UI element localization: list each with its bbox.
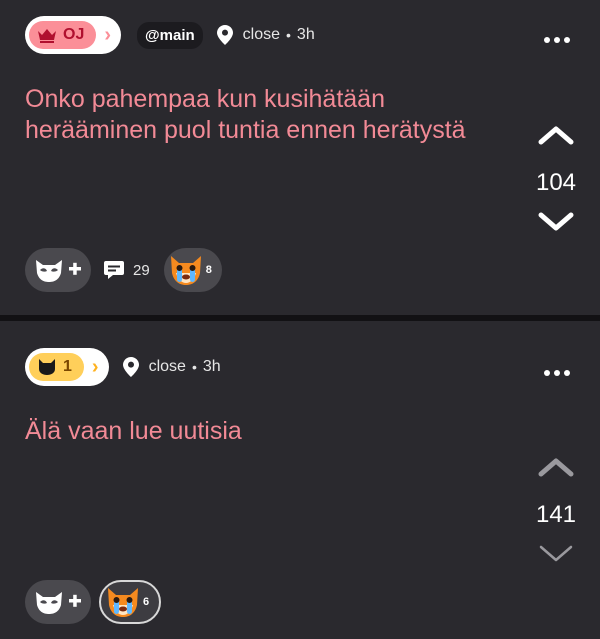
- chevron-up-icon[interactable]: [537, 124, 575, 146]
- comment-button[interactable]: 29: [103, 259, 150, 281]
- badge-label: OJ: [63, 26, 85, 43]
- badge-pill: OJ: [29, 21, 97, 49]
- post-card[interactable]: OJ › @main close • 3h Onko pahempaa kun …: [0, 0, 600, 315]
- user-badge[interactable]: 1 ›: [25, 348, 109, 386]
- cat-icon: [39, 359, 55, 375]
- crying-fox-emoji: [108, 588, 138, 617]
- vote-control: 141: [534, 456, 578, 570]
- vote-control: 104: [534, 124, 578, 238]
- badge-label: 1: [63, 358, 72, 375]
- add-reaction-icon: [36, 260, 81, 282]
- post-meta: close • 3h: [216, 25, 315, 45]
- post-time: 3h: [202, 358, 221, 375]
- comment-count: 29: [133, 261, 150, 279]
- more-dots-icon[interactable]: [544, 370, 570, 376]
- add-reaction-icon: [36, 592, 81, 614]
- reaction-chip[interactable]: 8: [163, 248, 222, 292]
- vote-score: 104: [535, 169, 577, 196]
- reaction-chip[interactable]: 6: [99, 580, 162, 624]
- chevron-right-icon: ›: [104, 23, 112, 46]
- meta-separator: •: [286, 27, 291, 43]
- more-dots-icon[interactable]: [544, 37, 570, 43]
- post-meta: close • 3h: [122, 357, 221, 377]
- vote-score: 141: [535, 501, 577, 528]
- badge-pill: 1: [29, 353, 84, 381]
- reaction-count: 6: [143, 596, 150, 608]
- chevron-down-icon[interactable]: [537, 543, 575, 565]
- user-badge[interactable]: OJ ›: [25, 16, 122, 54]
- post-header: OJ › @main close • 3h: [25, 16, 315, 54]
- location-label: close: [148, 358, 186, 375]
- post-header: 1 › close • 3h: [25, 348, 221, 386]
- post-footer: 6: [25, 580, 162, 624]
- location-pin-icon: [216, 25, 233, 45]
- post-text[interactable]: Älä vaan lue uutisia: [25, 416, 485, 447]
- chevron-up-icon[interactable]: [537, 456, 575, 478]
- add-reaction-button[interactable]: [25, 580, 91, 624]
- crown-icon: [38, 29, 56, 43]
- crying-fox-emoji: [170, 256, 201, 285]
- location-label: close: [242, 26, 281, 43]
- meta-separator: •: [191, 359, 197, 375]
- reaction-count: 8: [205, 264, 212, 276]
- post-text[interactable]: Onko pahempaa kun kusihätään herääminen …: [25, 84, 485, 146]
- comment-icon: [104, 261, 124, 279]
- channel-tag[interactable]: @main: [137, 21, 203, 49]
- post-time: 3h: [296, 26, 315, 43]
- chevron-down-icon[interactable]: [537, 211, 575, 233]
- add-reaction-button[interactable]: [25, 248, 91, 292]
- location-pin-icon: [122, 357, 139, 377]
- post-footer: 29 8: [25, 248, 222, 292]
- chevron-right-icon: ›: [91, 355, 99, 378]
